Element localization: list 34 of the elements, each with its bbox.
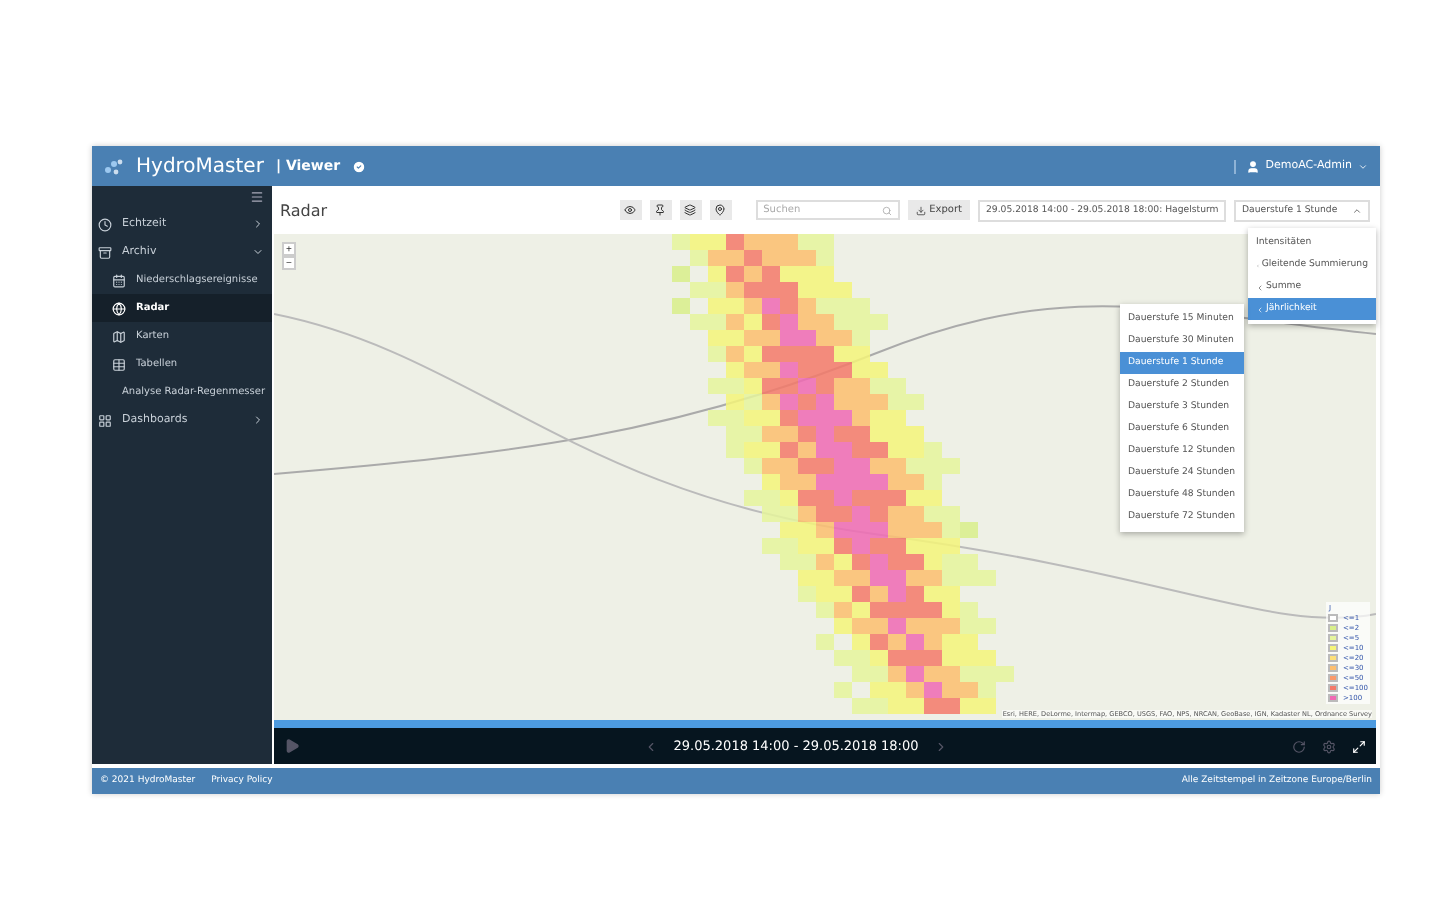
menu-icon[interactable] [250, 190, 264, 204]
pin-button[interactable] [649, 200, 672, 220]
check-circle-icon [352, 159, 367, 173]
user-icon [1245, 159, 1260, 173]
calendar-icon [112, 273, 126, 287]
grid-icon [98, 413, 112, 427]
expand-icon[interactable] [1352, 739, 1367, 753]
eye-icon [624, 204, 637, 216]
layers-icon [684, 204, 697, 216]
caret-icon [1352, 205, 1362, 215]
chevron-right-icon [252, 414, 264, 426]
search-icon [881, 205, 892, 215]
map-icon [112, 329, 126, 343]
download-icon [915, 205, 926, 215]
clock-icon [98, 217, 112, 231]
refresh-icon[interactable] [1292, 739, 1307, 753]
next-icon[interactable] [934, 739, 949, 753]
map-pin-button[interactable] [709, 200, 732, 220]
layers-button[interactable] [679, 200, 702, 220]
table-icon [112, 357, 126, 371]
play-icon[interactable] [284, 738, 300, 754]
chevron-right-icon [252, 218, 264, 230]
map-pin-icon [714, 204, 727, 216]
archive-icon [98, 245, 112, 259]
app-name: HydroMaster [136, 155, 264, 177]
settings-icon[interactable] [1322, 739, 1337, 753]
globe-icon [112, 301, 126, 315]
previous-icon[interactable] [643, 739, 658, 753]
pin-icon [654, 204, 667, 216]
page-title: Radar [280, 201, 328, 219]
chevron-down-icon [252, 246, 264, 258]
caret-icon [1358, 161, 1368, 171]
eye-button[interactable] [619, 200, 642, 220]
logo-icon [104, 157, 124, 175]
